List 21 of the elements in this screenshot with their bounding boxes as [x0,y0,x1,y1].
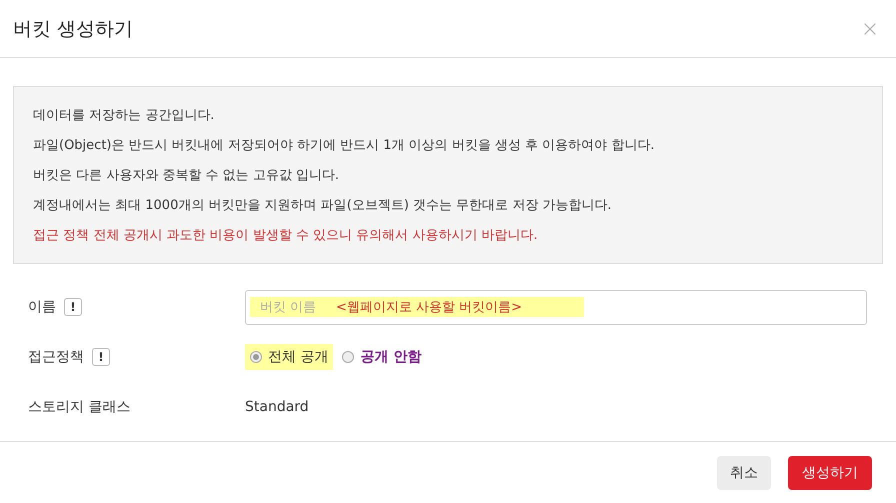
warning-text: 접근 정책 전체 공개시 과도한 비용이 발생할 수 있으니 유의해서 사용하시기 바랍니다. [33,227,539,245]
field-value: Standard [245,399,310,415]
create-button[interactable]: 생성하기 [788,456,872,490]
notice-text: 파일(Object)은 반드시 버킷내에 저장되어야 하기에 반드시 1개 이상의 버킷을 생성 후 이용하여야 합니다. [33,137,656,155]
input-field[interactable]: 버킷 이름 <웹페이지로 사용할 버킷이름> [245,290,867,324]
radio-option[interactable]: 공개 안함 [337,344,426,370]
radio-button[interactable] [342,351,354,363]
radio-option[interactable]: 전체 공개 [245,344,334,370]
cancel-button[interactable]: 취소 [717,456,771,490]
notice-text: 버킷은 다른 사용자와 중복할 수 없는 고유값 입니다. [33,167,340,185]
info-badge[interactable]: ! [64,298,82,316]
field-label: 접근정책 [28,348,84,366]
field-label: 스토리지 클래스 [28,398,130,416]
notice-text: 계정내에서는 최대 1000개의 버킷만을 지원하며 파일(오브젝트) 갯수는 무한대로 저장 가능합니다. [33,197,613,215]
info-badge[interactable]: ! [92,348,110,366]
annotation-text: <웹페이지로 사용할 버킷이름> [336,299,522,316]
notice-text: 데이터를 저장하는 공간입니다. [33,107,216,125]
field-label: 이름 [28,298,56,316]
highlight-marker: 버킷 이름 <웹페이지로 사용할 버킷이름> [250,297,584,317]
dialog-title: 버킷 생성하기 [13,16,134,42]
radio-button[interactable] [250,351,262,363]
